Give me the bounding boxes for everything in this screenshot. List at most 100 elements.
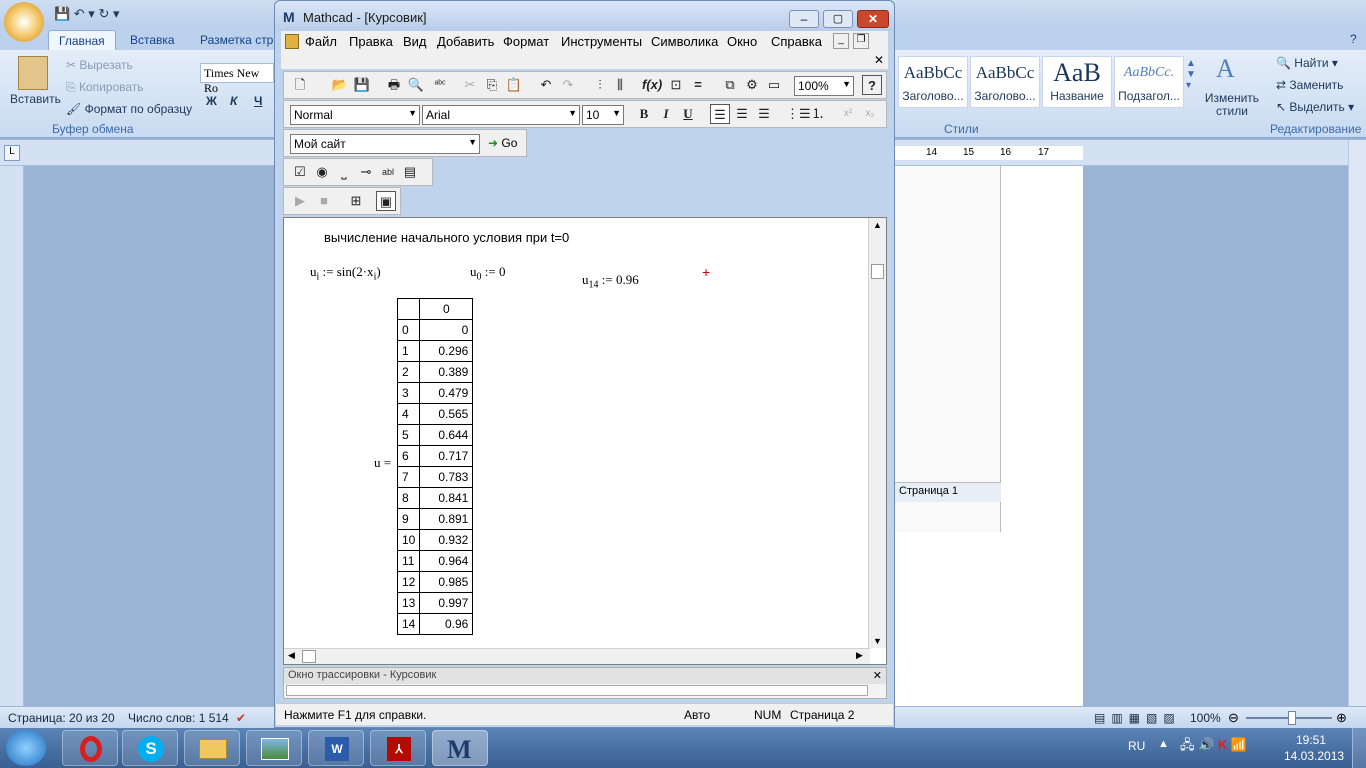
zoom-slider[interactable]: ⊖ ⊕ — [1228, 710, 1348, 726]
page-count[interactable]: Страница: 20 из 20 — [8, 711, 115, 725]
menu-symbolics[interactable]: Символика — [651, 34, 718, 49]
go-button[interactable]: ➜ Go — [488, 136, 517, 150]
word-font-name[interactable]: Times New Ro — [200, 63, 274, 95]
scroll-thumb[interactable] — [871, 264, 884, 279]
copy-icon[interactable]: ⎘ — [482, 75, 502, 95]
u14-definition[interactable]: u14 := 0.96 — [582, 272, 639, 291]
underline-button[interactable]: U — [678, 104, 698, 124]
table-row[interactable]: 3 0.479 — [396, 382, 474, 404]
word-taskbar-icon[interactable]: W — [308, 730, 364, 766]
calculate-icon[interactable]: = — [688, 75, 708, 95]
quick-access-toolbar[interactable]: 💾 ↶ ▾ ↻ ▾ — [54, 6, 119, 22]
print-icon[interactable]: 🖶 — [384, 75, 404, 95]
print-preview-icon[interactable]: 🔍 — [406, 75, 426, 95]
slider-control-icon[interactable]: ⊸ — [356, 162, 376, 182]
table-row[interactable]: 12 0.985 — [396, 571, 474, 593]
office-button[interactable] — [4, 2, 44, 42]
style-select[interactable]: Normal ▼ — [290, 105, 420, 125]
language-indicator[interactable]: RU — [1128, 739, 1145, 753]
help-icon[interactable]: ? — [862, 75, 882, 95]
tab-selector-icon[interactable]: L — [4, 145, 20, 161]
table-row[interactable]: 8 0.841 — [396, 487, 474, 509]
photos-icon[interactable] — [246, 730, 302, 766]
document-icon[interactable] — [285, 34, 299, 49]
insert-hyperlink-icon[interactable]: ▭ — [764, 75, 784, 95]
paste-icon[interactable]: 📋 — [504, 75, 524, 95]
bold-button[interactable]: Ж — [206, 94, 217, 108]
subscript-icon[interactable]: x₂ — [860, 104, 880, 124]
maximize-button[interactable]: ▢ — [823, 10, 853, 28]
align-across-icon[interactable]: ⫶ — [590, 75, 610, 95]
style-heading-1[interactable]: AaBbCc Заголово... — [898, 56, 968, 108]
skype-icon[interactable]: S — [122, 730, 178, 766]
insert-unit-icon[interactable]: ⊡ — [666, 75, 686, 95]
insert-function-icon[interactable]: f(x) — [642, 75, 662, 95]
style-subtitle[interactable]: AaBbCc. Подзагол... — [1114, 56, 1184, 108]
antivirus-icon[interactable]: K — [1218, 737, 1227, 752]
menu-format[interactable]: Формат — [503, 34, 549, 49]
view-buttons[interactable]: ▤▥▦▧▨ — [1094, 711, 1181, 725]
u-definition[interactable]: ui := sin(2·xi) — [310, 264, 381, 283]
table-row[interactable]: 11 0.964 — [396, 550, 474, 572]
tray-icons[interactable]: 🖧 🔊 K 📶 — [1180, 736, 1247, 758]
cut-icon[interactable]: ✂ — [460, 75, 480, 95]
zoom-select[interactable]: 100% ▼ — [794, 76, 854, 96]
trace-output[interactable] — [286, 685, 868, 696]
save-icon[interactable]: 💾 — [352, 75, 372, 95]
push-button-control-icon[interactable]: ⎵ — [334, 162, 354, 182]
insert-component-icon[interactable]: ⧉ — [720, 75, 740, 95]
menu-window[interactable]: Окно — [727, 34, 757, 49]
mathcad-taskbar-icon[interactable]: M — [432, 730, 488, 766]
stop-icon[interactable]: ■ — [314, 191, 334, 211]
find-button[interactable]: 🔍 Найти ▾ — [1276, 56, 1338, 70]
scroll-down-icon[interactable]: ▼ — [873, 636, 882, 646]
acrobat-icon[interactable]: ⅄ — [370, 730, 426, 766]
show-hidden-icons[interactable]: ▲ — [1158, 738, 1169, 750]
cut-button[interactable]: ✂ Вырезать — [66, 58, 133, 72]
debug-toggle-icon[interactable]: ⊞ — [346, 191, 366, 211]
proofing-icon[interactable]: ✔ — [236, 711, 246, 725]
word-vertical-scrollbar[interactable] — [1348, 140, 1366, 706]
show-desktop-button[interactable] — [1352, 728, 1366, 768]
close-button[interactable]: ✕ — [857, 10, 889, 28]
table-row[interactable]: 9 0.891 — [396, 508, 474, 530]
status-calc-mode[interactable]: Авто — [684, 708, 710, 722]
open-icon[interactable]: 📂 — [330, 75, 350, 95]
help-icon[interactable]: ? — [1350, 32, 1357, 46]
zoom-level[interactable]: 100% — [1190, 711, 1221, 725]
replace-button[interactable]: ⇄ Заменить — [1276, 78, 1343, 92]
menu-insert[interactable]: Добавить — [437, 34, 494, 49]
resource-center-icon[interactable]: ⚙ — [742, 75, 762, 95]
minimize-button[interactable]: – — [789, 10, 819, 28]
change-styles-button[interactable]: Изменить стили — [1204, 92, 1260, 118]
align-right-icon[interactable]: ☰ — [754, 104, 774, 124]
numbering-icon[interactable]: ⒈ — [808, 104, 828, 124]
style-heading-2[interactable]: AaBbCc Заголово... — [970, 56, 1040, 108]
trace-window[interactable]: Окно трассировки - Курсовик ✕ — [283, 667, 887, 699]
new-icon[interactable]: 🗋 — [290, 75, 310, 95]
tab-home[interactable]: Главная — [48, 30, 116, 50]
table-row[interactable]: 2 0.389 — [396, 361, 474, 383]
nav-pane[interactable]: Страница 1 — [895, 482, 1001, 502]
table-row[interactable]: 7 0.783 — [396, 466, 474, 488]
worksheet-vertical-scrollbar[interactable]: ▲ ▼ — [868, 218, 886, 648]
zoom-out-icon[interactable]: ⊖ — [1228, 710, 1239, 726]
site-select[interactable]: Мой сайт ▼ — [290, 134, 480, 154]
align-left-icon[interactable]: ☰ — [710, 104, 730, 124]
spellcheck-icon[interactable]: ᵃᵇᶜ — [430, 75, 450, 95]
table-row[interactable]: 10 0.932 — [396, 529, 474, 551]
table-row[interactable]: 13 0.997 — [396, 592, 474, 614]
menu-help[interactable]: Справка — [771, 34, 822, 49]
opera-icon[interactable] — [62, 730, 118, 766]
clock-date[interactable]: 14.03.2013 — [1284, 749, 1344, 763]
font-size-select[interactable]: 10 ▼ — [582, 105, 624, 125]
superscript-icon[interactable]: x² — [838, 104, 858, 124]
bullets-icon[interactable]: ⋮☰ — [786, 104, 811, 124]
menu-tools[interactable]: Инструменты — [561, 34, 642, 49]
italic-button[interactable]: К — [230, 94, 237, 108]
doc-restore-button[interactable]: ❐ — [853, 33, 869, 49]
u-result-table[interactable]: 0 0 0 1 0.296 2 0.389 3 0.479 4 0.565 5 0.644 6 0.717 7… — [396, 298, 474, 635]
listbox-control-icon[interactable]: ▤ — [400, 162, 420, 182]
copy-button[interactable]: ⎘ Копировать — [66, 80, 144, 95]
zoom-in-icon[interactable]: ⊕ — [1336, 710, 1347, 726]
